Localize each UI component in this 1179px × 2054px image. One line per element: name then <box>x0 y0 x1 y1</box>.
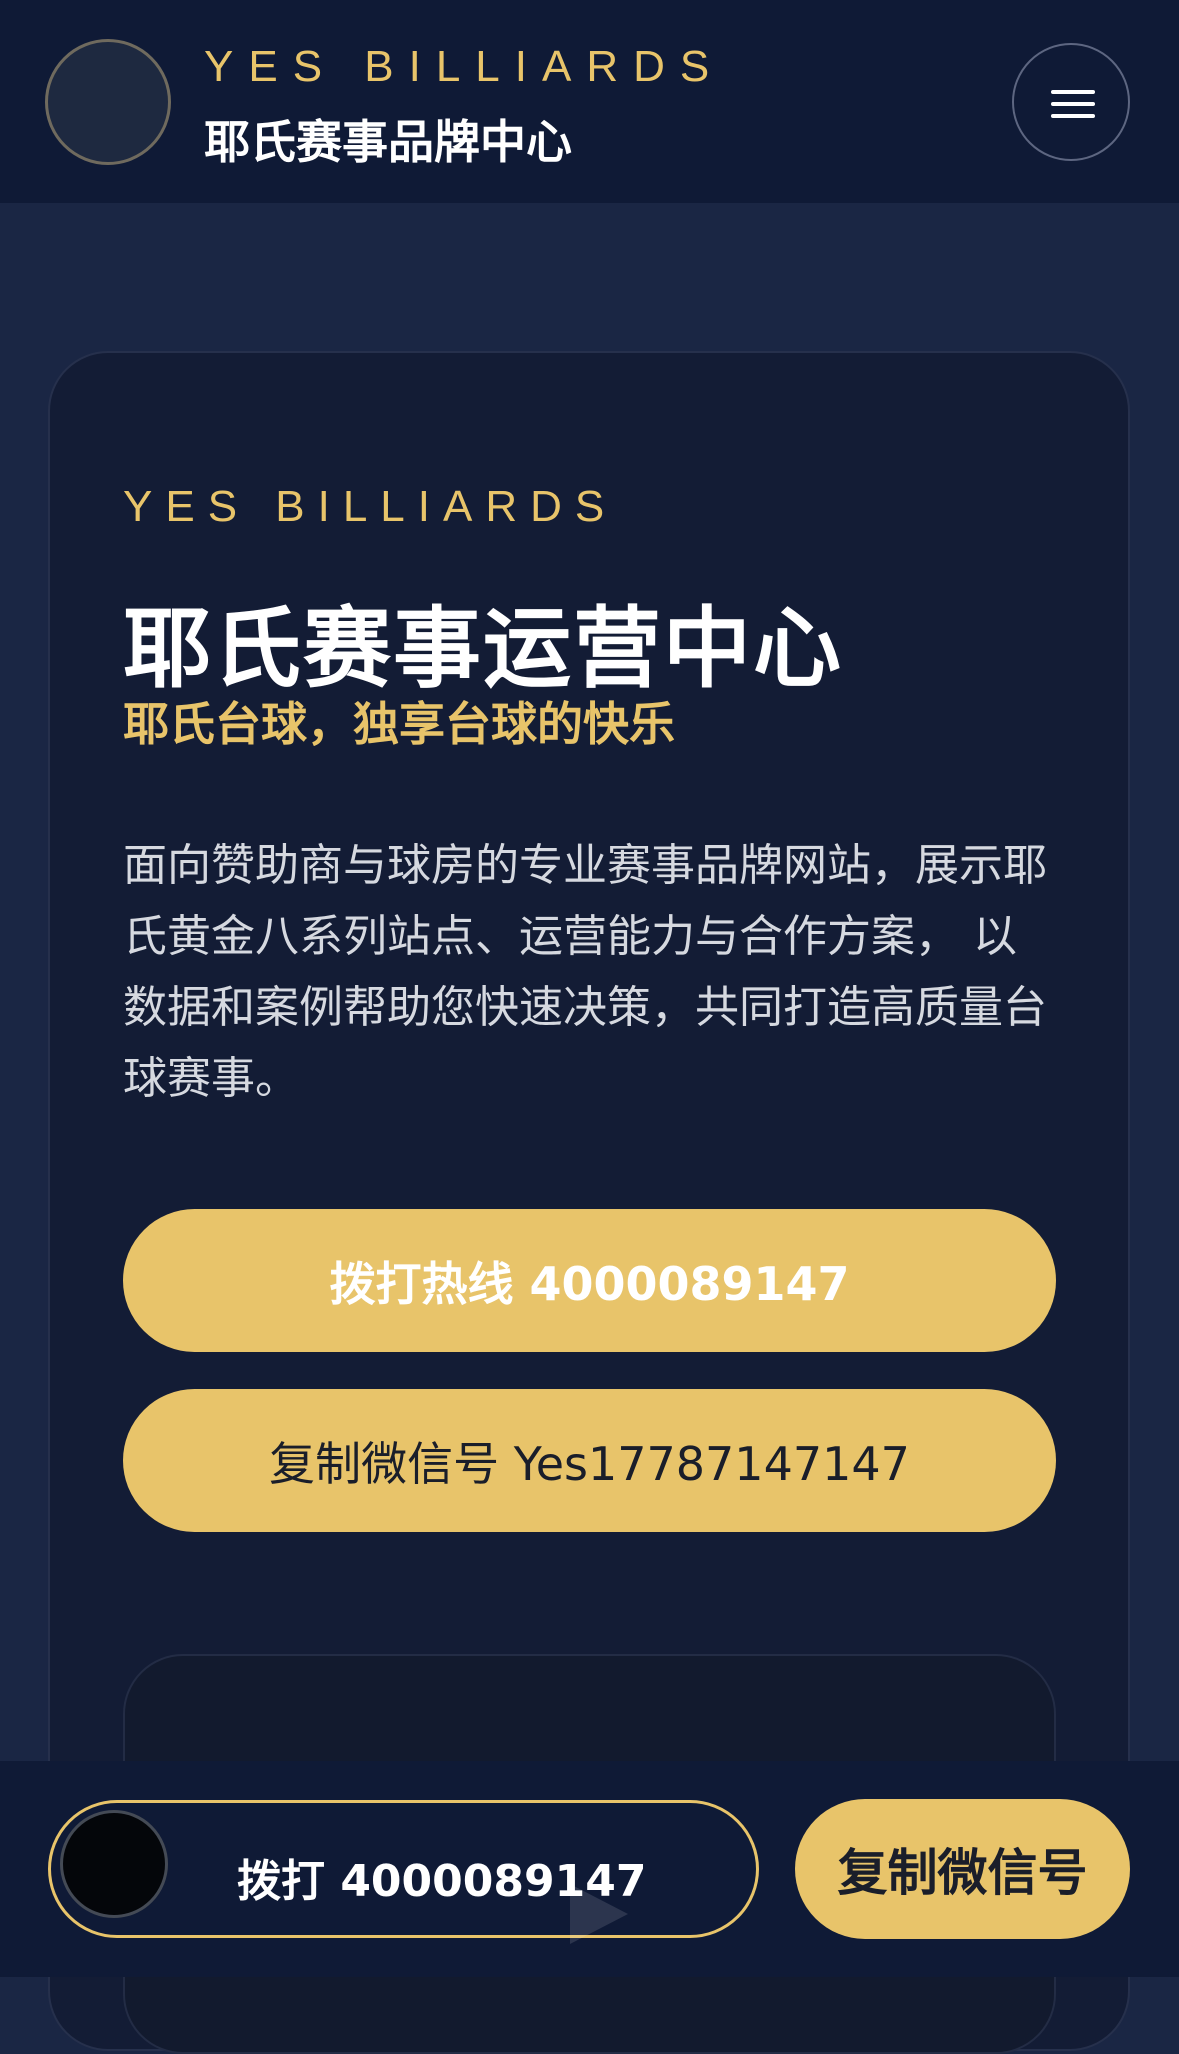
hamburger-menu-icon <box>1051 90 1095 94</box>
page-title: 耶氏赛事运营中心 <box>123 597 844 700</box>
copy-wechat-button[interactable]: 复制微信号 Yes17787147147 <box>123 1389 1056 1532</box>
hero-description: 面向赞助商与球房的专业赛事品牌网站，展示耶氏黄金八系列站点、运营能力与合作方案，… <box>123 840 1047 1104</box>
hamburger-menu-icon-bar <box>1051 102 1095 106</box>
bottom-copy-wechat-button[interactable]: 复制微信号 <box>795 1799 1130 1939</box>
logo[interactable] <box>45 39 171 165</box>
brand-name-chinese: 耶氏赛事品牌中心 <box>204 115 572 169</box>
site-header: YES BILLIARDS 耶氏赛事品牌中心 <box>0 0 1179 203</box>
hamburger-menu-icon-bar <box>1051 114 1095 118</box>
brand-name-english: YES BILLIARDS <box>204 42 725 91</box>
call-hotline-button[interactable]: 拨打热线 4000089147 <box>123 1209 1056 1352</box>
play-icon <box>570 1884 628 1944</box>
page-subtitle: 耶氏台球，独享台球的快乐 <box>123 697 675 751</box>
hero-kicker: YES BILLIARDS <box>123 482 618 531</box>
phone-avatar <box>60 1810 168 1918</box>
menu-button[interactable] <box>1012 43 1130 161</box>
